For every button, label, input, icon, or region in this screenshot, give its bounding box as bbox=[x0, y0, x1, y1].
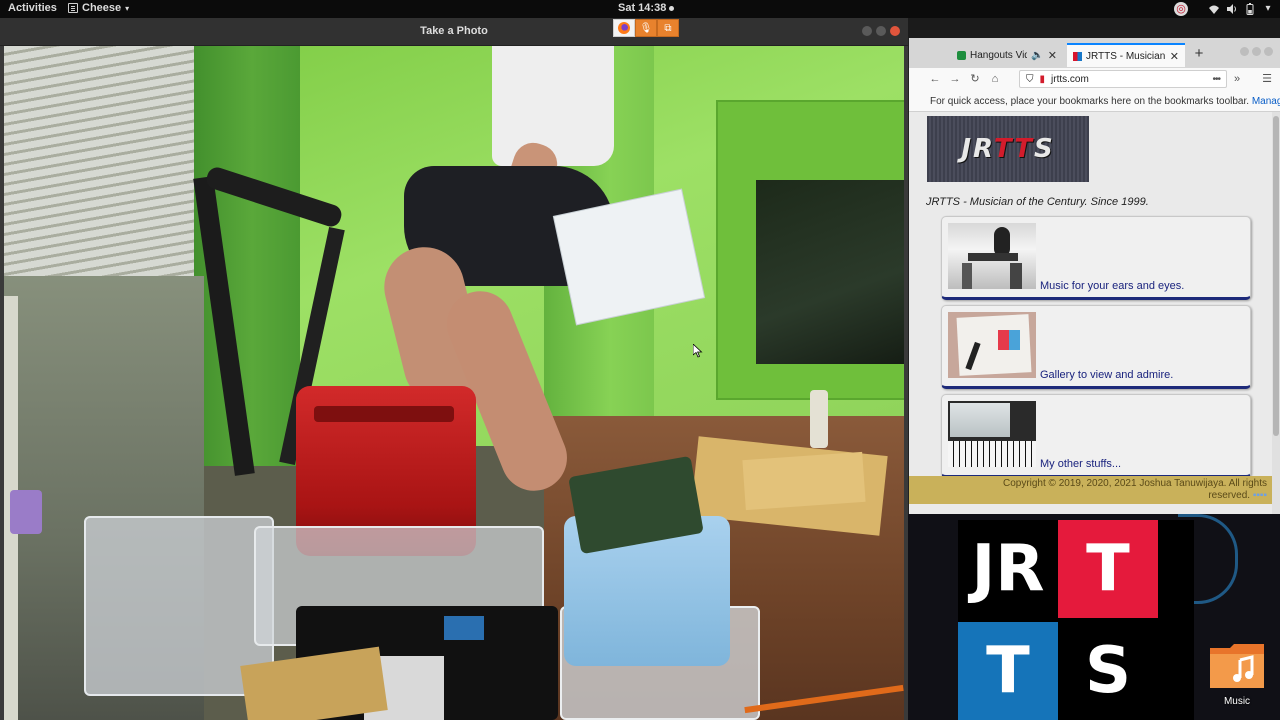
bookmarks-hint: For quick access, place your bookmarks h… bbox=[930, 96, 1250, 107]
other-stuff-thumbnail bbox=[948, 401, 1036, 467]
hangouts-favicon-icon bbox=[957, 50, 966, 60]
page-actions-icon[interactable]: ••• bbox=[1212, 74, 1220, 85]
gnome-top-bar: Activities Cheese ▾ Sat 14:38 ◎ ▾ bbox=[0, 0, 1280, 18]
jrtts-favicon-icon bbox=[1073, 51, 1082, 61]
screen-share-indicators: 🎙 ⧉ bbox=[613, 19, 679, 37]
system-tray[interactable]: ◎ ▾ bbox=[1174, 2, 1274, 16]
camera-preview bbox=[4, 46, 904, 720]
web-page: JRTTS JRTTS - Musician of the Century. S… bbox=[909, 112, 1273, 514]
overflow-chevron-icon[interactable]: » bbox=[1227, 70, 1247, 88]
mouse-cursor-icon bbox=[693, 344, 703, 358]
tab-hangouts[interactable]: Hangouts Vide 🔈 ✕ bbox=[951, 43, 1063, 67]
maximize-button[interactable] bbox=[876, 26, 886, 36]
logo-letter-t-blue: T bbox=[958, 622, 1058, 720]
scrollbar-thumb[interactable] bbox=[1273, 116, 1279, 436]
maximize-button[interactable] bbox=[1252, 47, 1261, 56]
firefox-window-controls bbox=[1240, 47, 1273, 56]
volume-icon bbox=[1226, 3, 1238, 15]
cheese-window: Take a Photo 🎙 ⧉ bbox=[0, 18, 908, 720]
app-menu-label: Cheese bbox=[82, 2, 122, 14]
speaker-icon[interactable]: 🔈 bbox=[1031, 50, 1043, 61]
logo-letter-t-red: T bbox=[1058, 520, 1158, 618]
screen-share-icon: ⧉ bbox=[657, 19, 679, 37]
close-button[interactable] bbox=[1264, 47, 1273, 56]
window-title: Take a Photo bbox=[420, 25, 488, 37]
page-scrollbar[interactable] bbox=[1272, 112, 1280, 514]
hamburger-menu-icon[interactable]: ☰ bbox=[1257, 70, 1277, 88]
firefox-icon bbox=[613, 19, 635, 37]
window-controls bbox=[862, 26, 900, 36]
manage-bookmarks-link[interactable]: Manage bbox=[1252, 96, 1280, 107]
battery-icon bbox=[1244, 3, 1256, 15]
music-folder-icon[interactable] bbox=[1208, 640, 1266, 690]
music-studio-thumbnail bbox=[948, 223, 1036, 289]
card-caption[interactable]: Music for your ears and eyes. bbox=[1040, 280, 1184, 292]
cheese-titlebar[interactable]: Take a Photo 🎙 ⧉ bbox=[0, 18, 908, 46]
system-menu-chevron-icon: ▾ bbox=[1265, 3, 1271, 14]
site-footer: Copyright © 2019, 2020, 2021 Joshua Tanu… bbox=[909, 476, 1273, 504]
copyright-text: Copyright © 2019, 2020, 2021 Joshua Tanu… bbox=[1002, 478, 1267, 489]
logo-letters-jr: JR bbox=[971, 532, 1045, 606]
card-caption[interactable]: Gallery to view and admire. bbox=[1040, 369, 1173, 381]
minimize-button[interactable] bbox=[862, 26, 872, 36]
home-button[interactable]: ⌂ bbox=[985, 70, 1005, 88]
new-tab-button[interactable]: + bbox=[1189, 44, 1209, 64]
jrtts-big-logo: JR T T S bbox=[958, 520, 1194, 720]
app-menu[interactable]: Cheese ▾ bbox=[68, 2, 129, 14]
clock[interactable]: Sat 14:38 bbox=[618, 2, 675, 14]
card-music[interactable]: Music for your ears and eyes. bbox=[941, 216, 1251, 300]
copyright-reserved: reserved. ▪▪▪▪ bbox=[1208, 490, 1267, 501]
ubuntu-status-icon[interactable]: ◎ bbox=[1174, 2, 1188, 16]
toolbar-right: » ☰ bbox=[1227, 70, 1277, 88]
microphone-icon: 🎙 bbox=[635, 19, 657, 37]
close-button[interactable] bbox=[890, 26, 900, 36]
site-logo-text: JRTTS bbox=[961, 134, 1055, 164]
chevron-down-icon: ▾ bbox=[125, 3, 130, 13]
close-tab-icon[interactable]: ✕ bbox=[1048, 49, 1057, 62]
clock-label: Sat 14:38 bbox=[618, 2, 667, 14]
shield-icon[interactable]: ⛉ bbox=[1026, 74, 1034, 85]
social-icons[interactable]: ▪▪▪▪ bbox=[1253, 490, 1267, 501]
reload-button[interactable]: ↻ bbox=[965, 70, 985, 88]
tab-jrtts[interactable]: JRTTS - Musician ✕ bbox=[1067, 43, 1185, 67]
url-bar[interactable]: ⛉ ▮ jrtts.com ••• bbox=[1019, 70, 1227, 88]
page-info-icon[interactable]: ▮ bbox=[1040, 74, 1046, 85]
wifi-icon bbox=[1208, 3, 1220, 15]
card-caption[interactable]: My other stuffs... bbox=[1040, 458, 1121, 470]
music-folder-label[interactable]: Music bbox=[1204, 696, 1270, 707]
tab-label: JRTTS - Musician bbox=[1086, 50, 1166, 62]
close-tab-icon[interactable]: ✕ bbox=[1170, 50, 1179, 63]
card-other[interactable]: My other stuffs... bbox=[941, 394, 1251, 478]
site-tagline: JRTTS - Musician of the Century. Since 1… bbox=[926, 196, 1149, 208]
forward-button[interactable]: → bbox=[945, 70, 965, 88]
tab-label: Hangouts Vide bbox=[970, 49, 1028, 61]
bookmarks-toolbar: For quick access, place your bookmarks h… bbox=[909, 90, 1280, 112]
activities-button[interactable]: Activities bbox=[8, 2, 57, 14]
desktop-background: JR T T S Music bbox=[908, 514, 1280, 720]
back-button[interactable]: ← bbox=[925, 70, 945, 88]
notification-dot-icon bbox=[669, 5, 675, 11]
firefox-window: Hangouts Vide 🔈 ✕ JRTTS - Musician ✕ + ←… bbox=[908, 38, 1280, 514]
minimize-button[interactable] bbox=[1240, 47, 1249, 56]
logo-letter-s: S bbox=[1084, 634, 1132, 708]
cheese-app-icon bbox=[68, 3, 78, 13]
desktop-screen: Activities Cheese ▾ Sat 14:38 ◎ ▾ Take a… bbox=[0, 0, 1280, 720]
navigation-toolbar: ← → ↻ ⌂ ⛉ ▮ jrtts.com ••• » ☰ bbox=[909, 68, 1280, 90]
url-text: jrtts.com bbox=[1051, 73, 1089, 85]
site-logo[interactable]: JRTTS bbox=[927, 116, 1089, 182]
tab-bar: Hangouts Vide 🔈 ✕ JRTTS - Musician ✕ + bbox=[909, 38, 1280, 68]
card-gallery[interactable]: Gallery to view and admire. bbox=[941, 305, 1251, 389]
gallery-thumbnail bbox=[948, 312, 1036, 378]
